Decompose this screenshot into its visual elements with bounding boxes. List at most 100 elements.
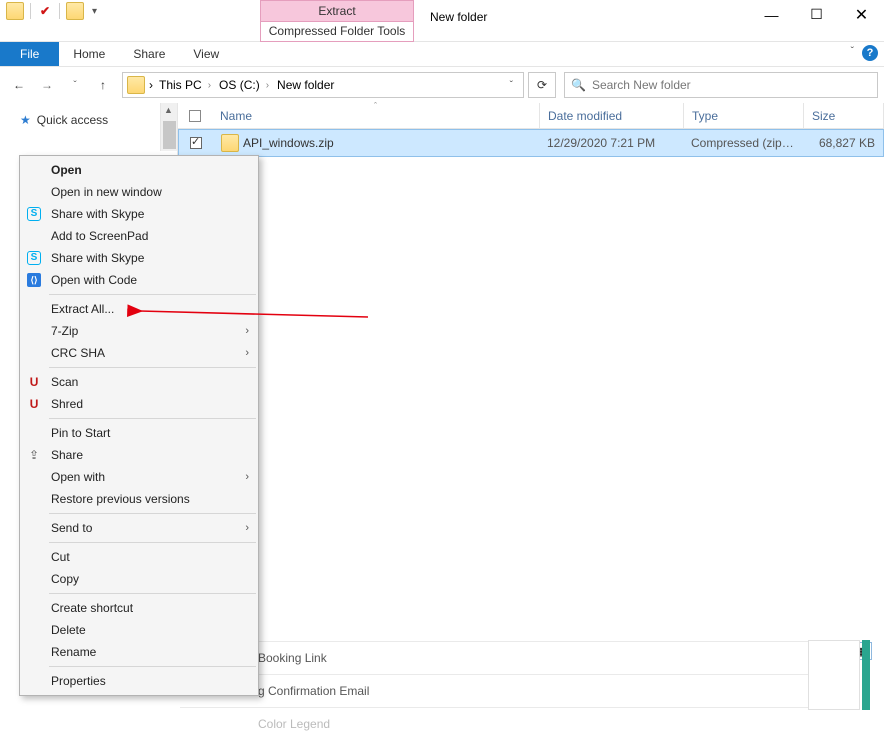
context-menu: Open Open in new window SShare with Skyp…: [19, 155, 259, 696]
up-button[interactable]: ↑: [90, 72, 116, 98]
menu-open-code[interactable]: ⟨⟩Open with Code: [21, 269, 257, 291]
file-tab[interactable]: File: [0, 42, 59, 66]
recent-locations-icon[interactable]: ˇ: [62, 72, 88, 98]
help-icon[interactable]: ?: [862, 45, 878, 61]
chevron-right-icon: ›: [245, 325, 249, 337]
menu-crc-sha[interactable]: CRC SHA›: [21, 342, 257, 364]
window-buttons: — ☐ ✕: [749, 0, 884, 29]
background-decoration: [862, 640, 870, 710]
back-button[interactable]: ←: [6, 72, 32, 98]
chevron-right-icon[interactable]: ›: [264, 80, 271, 91]
file-type-cell: Compressed (zipp...: [683, 136, 803, 150]
chevron-right-icon: ›: [245, 471, 249, 483]
menu-pin-start[interactable]: Pin to Start: [21, 422, 257, 444]
list-item[interactable]: g Confirmation Email›: [180, 674, 844, 707]
column-size[interactable]: Size: [804, 103, 884, 128]
menu-properties[interactable]: Properties: [21, 670, 257, 692]
menu-separator: [49, 666, 256, 667]
menu-scan[interactable]: UScan: [21, 371, 257, 393]
menu-add-screenpad[interactable]: Add to ScreenPad: [21, 225, 257, 247]
refresh-button[interactable]: ⟳: [528, 72, 556, 98]
forward-button[interactable]: →: [34, 72, 60, 98]
column-type[interactable]: Type: [684, 103, 804, 128]
file-name-cell[interactable]: API_windows.zip: [213, 134, 539, 152]
home-tab[interactable]: Home: [59, 42, 119, 66]
quick-access-item[interactable]: ★ Quick access: [0, 109, 177, 131]
share-tab[interactable]: Share: [119, 42, 179, 66]
window-title: New folder: [430, 10, 487, 24]
chevron-right-icon: ›: [245, 347, 249, 359]
menu-shred[interactable]: UShred: [21, 393, 257, 415]
list-item: Color Legend: [180, 707, 844, 740]
folder-icon: [127, 76, 145, 94]
file-list: Nameˆ Date modified Type Size API_window…: [178, 103, 884, 653]
menu-separator: [49, 367, 256, 368]
menu-rename[interactable]: Rename: [21, 641, 257, 663]
contextual-tab[interactable]: Extract Compressed Folder Tools: [260, 0, 414, 42]
new-folder-icon[interactable]: [66, 2, 84, 20]
separator: [30, 3, 31, 19]
properties-icon[interactable]: ✔: [37, 3, 53, 19]
skype-icon: S: [27, 207, 41, 221]
title-bar: ✔ ▾ Extract Compressed Folder Tools New …: [0, 0, 884, 42]
zip-icon: [221, 134, 239, 152]
column-date[interactable]: Date modified: [540, 103, 684, 128]
breadcrumb[interactable]: This PC›: [157, 78, 213, 92]
share-icon: ⇪: [26, 447, 42, 463]
address-bar[interactable]: › This PC› OS (C:)› New folder ˇ: [122, 72, 524, 98]
menu-send-to[interactable]: Send to›: [21, 517, 257, 539]
navigation-row: ← → ˇ ↑ › This PC› OS (C:)› New folder ˇ…: [0, 67, 884, 103]
file-size-cell: 68,827 KB: [803, 136, 883, 150]
chevron-down-icon[interactable]: ▾: [88, 6, 101, 17]
menu-copy[interactable]: Copy: [21, 568, 257, 590]
column-headers: Nameˆ Date modified Type Size: [178, 103, 884, 129]
menu-share[interactable]: ⇪Share: [21, 444, 257, 466]
view-tab[interactable]: View: [179, 42, 233, 66]
address-dropdown-icon[interactable]: ˇ: [504, 80, 519, 91]
menu-open[interactable]: Open: [21, 159, 257, 181]
menu-separator: [49, 294, 256, 295]
mcafee-icon: U: [26, 396, 42, 412]
menu-separator: [49, 542, 256, 543]
file-row[interactable]: API_windows.zip 12/29/2020 7:21 PM Compr…: [178, 129, 884, 157]
row-checkbox[interactable]: [179, 137, 213, 149]
menu-create-shortcut[interactable]: Create shortcut: [21, 597, 257, 619]
search-placeholder: Search New folder: [592, 78, 691, 92]
menu-share-skype[interactable]: SShare with Skype: [21, 247, 257, 269]
menu-restore-versions[interactable]: Restore previous versions: [21, 488, 257, 510]
menu-separator: [49, 513, 256, 514]
close-button[interactable]: ✕: [839, 0, 884, 29]
menu-separator: [49, 593, 256, 594]
menu-open-new-window[interactable]: Open in new window: [21, 181, 257, 203]
chevron-right-icon[interactable]: ›: [206, 80, 213, 91]
skype-icon: S: [27, 251, 41, 265]
menu-delete[interactable]: Delete: [21, 619, 257, 641]
menu-cut[interactable]: Cut: [21, 546, 257, 568]
maximize-button[interactable]: ☐: [794, 0, 839, 29]
ribbon-collapse-icon[interactable]: ˇ: [851, 46, 854, 57]
select-all-checkbox[interactable]: [178, 110, 212, 122]
breadcrumb[interactable]: New folder: [275, 78, 336, 92]
breadcrumb[interactable]: OS (C:)›: [217, 78, 271, 92]
quick-access-label: Quick access: [37, 113, 108, 127]
menu-open-with[interactable]: Open with›: [21, 466, 257, 488]
contextual-tab-sublabel[interactable]: Compressed Folder Tools: [261, 21, 413, 41]
mcafee-icon: U: [26, 374, 42, 390]
chevron-right-icon: ›: [245, 522, 249, 534]
column-name[interactable]: Nameˆ: [212, 103, 540, 128]
background-partial-list: Booking Link› g Confirmation Email› Colo…: [180, 641, 844, 740]
ribbon: File Home Share View ˇ ?: [0, 42, 884, 67]
star-icon: ★: [20, 113, 31, 127]
folder-icon[interactable]: [6, 2, 24, 20]
file-date-cell: 12/29/2020 7:21 PM: [539, 136, 683, 150]
list-item[interactable]: Booking Link›: [180, 641, 844, 674]
separator: [59, 3, 60, 19]
chevron-right-icon[interactable]: ›: [149, 78, 153, 92]
menu-share-skype[interactable]: SShare with Skype: [21, 203, 257, 225]
sort-asc-icon: ˆ: [374, 101, 377, 111]
minimize-button[interactable]: —: [749, 0, 794, 29]
search-icon: 🔍: [571, 78, 586, 92]
scrollbar[interactable]: [160, 103, 177, 151]
search-input[interactable]: 🔍 Search New folder: [564, 72, 878, 98]
contextual-tab-label: Extract: [318, 1, 355, 21]
